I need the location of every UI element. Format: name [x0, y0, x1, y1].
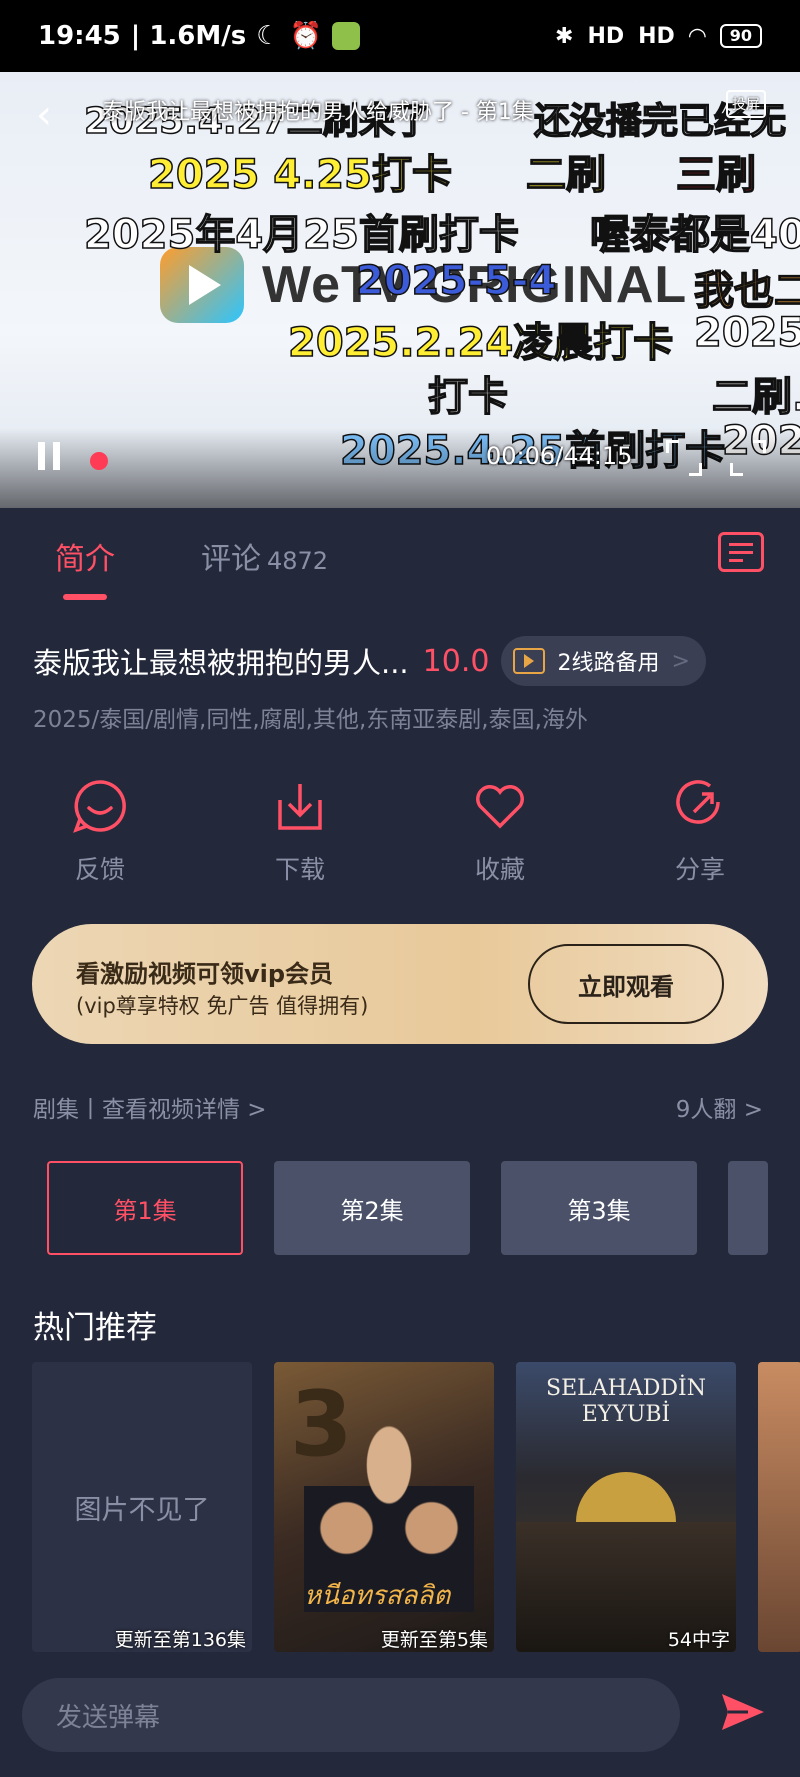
show-title-row: 泰版我让最想被拥抱的男人... 10.0 2线路备用 > [33, 636, 773, 686]
poster-title-selahaddin: SELAHADDİN EYYUBİ [546, 1376, 706, 1428]
episodes-detail-link[interactable]: 剧集丨查看视频详情 > [33, 1090, 267, 1124]
fullscreen-icon[interactable] [730, 440, 766, 476]
vip-title: 看激励视频可领vip会员 [76, 960, 334, 988]
episode-3-button[interactable]: 第3集 [501, 1161, 697, 1255]
recommend-card-4-partial[interactable] [758, 1362, 800, 1652]
send-icon[interactable] [718, 1688, 766, 1736]
danmaku-comment: 二刷. [711, 373, 800, 421]
episode-list: 第1集 第2集 第3集 [47, 1161, 768, 1255]
tab-comments-label: 评论 [201, 542, 261, 577]
danmaku-bar: 发送弹幕 [0, 1652, 800, 1777]
tab-intro-label: 简介 [55, 542, 115, 577]
recommend-card-3[interactable]: SELAHADDİN EYYUBİ 54中字 [516, 1362, 736, 1652]
danmaku-comment: 我也二 [693, 267, 800, 315]
download-label: 下载 [274, 855, 325, 884]
vip-subtitle: (vip尊享特权 免广告 值得拥有) [76, 994, 369, 1018]
danmaku-comment: 2025. [693, 309, 800, 357]
app-notification-icon [331, 22, 360, 50]
heart-icon [470, 776, 530, 836]
clock: 19:45 [38, 21, 121, 51]
recommend-list: 图片不见了 更新至第136集 3 หนีอทรสลลิต 更新至第5集 SELA… [32, 1362, 800, 1652]
signal-1-icon: HD [587, 23, 625, 49]
feedback-button[interactable]: 反馈 [0, 776, 200, 886]
share-label: 分享 [674, 855, 725, 884]
favorite-button[interactable]: 收藏 [400, 776, 600, 886]
playback-time: 00:06/44:15 [486, 442, 633, 470]
detail-tabs: 简介 评论 4872 [0, 508, 800, 604]
show-title: 泰版我让最想被拥抱的男人... [33, 646, 409, 680]
danmaku-input[interactable]: 发送弹幕 [22, 1678, 680, 1752]
wifi-icon: ◠ [688, 23, 706, 49]
chevron-right-icon: > [671, 648, 690, 674]
recommend-card-2[interactable]: 3 หนีอทรสลลิต 更新至第5集 [274, 1362, 494, 1652]
film-icon [513, 648, 546, 674]
status-left: 19:45 | 1.6M/s ☾ ⏰ [38, 21, 360, 51]
back-arrow-icon[interactable]: ‹ [36, 92, 52, 138]
video-player[interactable]: WeTV ORIGINAL 2025.4.27二刷来了 还没播完已经无 2025 4… [0, 72, 800, 508]
episode-2-button[interactable]: 第2集 [274, 1161, 470, 1255]
danmaku-comment: 喔泰都是40 [589, 211, 800, 259]
recommend-caption-2: 更新至第5集 [380, 1629, 488, 1651]
signal-2-icon: HD [638, 23, 675, 49]
cast-button[interactable]: 投屏 [726, 90, 766, 118]
network-speed: | 1.6M/s [130, 21, 247, 51]
show-tags: 2025/泰国/剧情,同性,腐剧,其他,东南亚泰剧,泰国,海外 [33, 707, 588, 733]
share-button[interactable]: 分享 [600, 776, 800, 886]
missing-image-text: 图片不见了 [74, 1494, 210, 1526]
tab-intro[interactable]: 简介 [55, 534, 115, 600]
bluetooth-icon: ✱ [555, 23, 574, 49]
alarm-icon: ⏰ [289, 21, 322, 51]
danmaku-comment: 2025-5-4 [355, 257, 557, 305]
pause-icon[interactable] [38, 442, 60, 470]
recommend-caption-3: 54中字 [667, 1629, 730, 1651]
episode-1-button[interactable]: 第1集 [47, 1161, 243, 1255]
backup-line-button[interactable]: 2线路备用 > [501, 636, 706, 686]
comment-count: 4872 [267, 547, 329, 575]
recommend-card-1[interactable]: 图片不见了 更新至第136集 [32, 1362, 252, 1652]
battery-icon: 90 [719, 24, 762, 48]
download-icon [270, 776, 330, 836]
status-right: ✱ HD HD ◠ 90 [555, 24, 762, 49]
smile-feedback-icon [70, 776, 130, 836]
video-title: 泰版我让最想被拥抱的男人给威胁了 - 第1集 [102, 100, 534, 125]
danmaku-comment: 三刷 [675, 151, 757, 199]
backup-line-label: 2线路备用 [557, 651, 660, 676]
translators-link[interactable]: 9人翻 > [676, 1090, 763, 1124]
share-icon [670, 776, 730, 836]
hot-recommend-title: 热门推荐 [33, 1310, 157, 1346]
download-button[interactable]: 下载 [200, 776, 400, 886]
poster-thai-title: หนีอทรสลลิต [304, 1581, 451, 1611]
recommend-caption-1: 更新至第136集 [114, 1629, 246, 1651]
danmaku-comment: 2025.2.24凌晨打卡 [287, 319, 674, 367]
status-bar: 19:45 | 1.6M/s ☾ ⏰ ✱ HD HD ◠ 90 [0, 0, 800, 72]
episode-next-button-partial[interactable] [728, 1161, 768, 1255]
progress-handle[interactable] [90, 452, 108, 470]
feedback-label: 反馈 [74, 855, 125, 884]
danmaku-comment: 2025 4.25打卡 [147, 151, 452, 199]
episodes-header: 剧集丨查看视频详情 > 9人翻 > [33, 1090, 763, 1124]
screen-lock-icon[interactable] [666, 440, 702, 476]
favorite-label: 收藏 [474, 855, 525, 884]
danmaku-comment: 二刷 [525, 151, 607, 199]
watch-now-button[interactable]: 立即观看 [528, 944, 724, 1024]
vip-banner[interactable]: 看激励视频可领vip会员 (vip尊享特权 免广告 值得拥有) 立即观看 [32, 924, 768, 1044]
danmaku-comment: 打卡 [427, 373, 509, 421]
danmaku-comment: 2025年4月25首刷打卡 [83, 211, 519, 259]
action-row: 反馈 下载 收藏 分享 [0, 776, 800, 886]
tab-comments[interactable]: 评论 4872 [201, 534, 328, 578]
moon-icon: ☾ [256, 21, 280, 51]
show-score: 10.0 [422, 643, 490, 679]
danmaku-list-icon[interactable] [718, 532, 764, 572]
